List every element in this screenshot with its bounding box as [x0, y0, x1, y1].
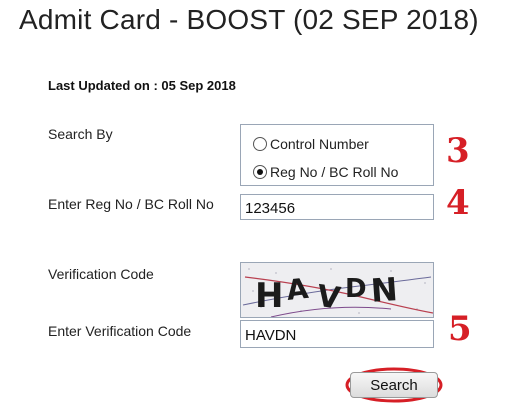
search-by-radio-group: Control Number Reg No / BC Roll No: [240, 124, 434, 186]
radio-reg-no-label: Reg No / BC Roll No: [270, 164, 399, 180]
captcha-char-d: D: [345, 274, 367, 304]
reg-no-label: Enter Reg No / BC Roll No: [48, 196, 214, 212]
radio-option-reg-no[interactable]: Reg No / BC Roll No: [253, 164, 398, 180]
captcha-char-n: N: [369, 270, 398, 310]
captcha-image: H A V D N: [240, 262, 434, 318]
last-updated-text: Last Updated on : 05 Sep 2018: [48, 78, 236, 93]
radio-option-control-number[interactable]: Control Number: [253, 136, 369, 152]
verification-code-input[interactable]: HAVDN: [240, 320, 434, 348]
step-4-annotation: 4: [446, 183, 470, 223]
captcha-char-h: H: [255, 276, 283, 316]
captcha-graphic: H A V D N: [241, 263, 433, 317]
page-title: Admit Card - BOOST (02 SEP 2018): [19, 4, 479, 35]
enter-verification-code-label: Enter Verification Code: [48, 323, 192, 339]
step-5-annotation: 5: [448, 309, 472, 349]
search-by-label: Search By: [48, 126, 113, 142]
radio-reg-no[interactable]: [253, 165, 267, 179]
step-3-annotation: 3: [446, 131, 470, 171]
radio-control-number[interactable]: [253, 137, 267, 151]
verification-code-label: Verification Code: [48, 266, 154, 282]
radio-control-number-label: Control Number: [270, 136, 369, 152]
reg-no-input[interactable]: 123456: [240, 194, 434, 220]
captcha-char-a: A: [285, 272, 310, 307]
search-button[interactable]: Search: [350, 372, 438, 398]
